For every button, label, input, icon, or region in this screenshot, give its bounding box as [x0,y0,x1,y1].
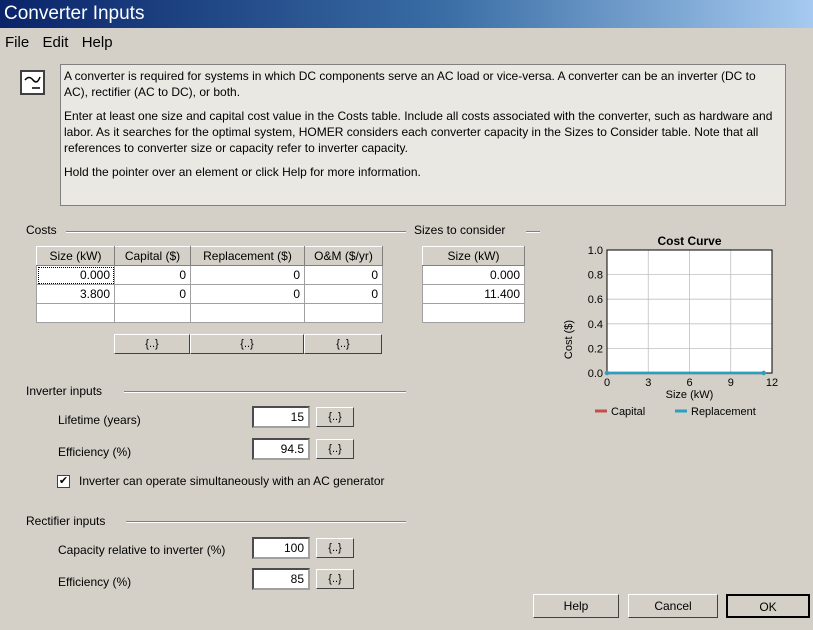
menu-bar: File Edit Help [0,30,118,52]
y-tick-label: 0.6 [588,294,603,306]
table-cell[interactable]: 0 [190,284,305,304]
costs-divider [66,231,406,233]
y-axis-label: Cost ($) [563,320,575,359]
capacity-label: Capacity relative to inverter (%) [58,543,226,557]
table-row[interactable]: 3.800 0 0 0 [36,284,383,304]
table-cell[interactable] [422,303,525,323]
x-tick-label: 12 [766,377,778,389]
table-cell[interactable] [190,303,305,323]
replacement-sensitivity-button[interactable]: {..} [190,334,304,354]
description-text-1: A converter is required for systems in w… [64,69,756,99]
inverter-efficiency-sensitivity-button[interactable]: {..} [316,439,354,459]
table-cell[interactable]: 0 [114,265,191,285]
sizes-header-row: Size (kW) [422,246,525,266]
menu-file[interactable]: File [0,30,34,51]
lifetime-label: Lifetime (years) [58,413,141,427]
table-row[interactable]: 0.000 [422,265,525,285]
capital-sensitivity-button[interactable]: {..} [114,334,190,354]
x-axis-label: Size (kW) [666,389,714,401]
rectifier-section-label: Rectifier inputs [26,514,106,528]
parallel-operation-checkbox[interactable]: ✔ [57,475,70,488]
table-cell[interactable] [114,303,191,323]
table-cell[interactable] [36,303,115,323]
table-cell[interactable]: 0 [114,284,191,304]
x-tick-label: 9 [728,377,734,389]
inverter-divider [124,391,406,393]
y-tick-label: 0.8 [588,270,603,282]
window-title: Converter Inputs [0,0,813,28]
y-tick-label: 0.0 [588,368,603,380]
col-header-size: Size (kW) [422,246,525,266]
legend-label-capital: Capital [611,406,645,418]
sizes-divider [526,231,540,233]
x-tick-label: 6 [686,377,692,389]
table-cell[interactable] [304,303,383,323]
x-tick-label: 3 [645,377,651,389]
table-cell[interactable]: 0 [304,265,383,285]
lifetime-sensitivity-button[interactable]: {..} [316,407,354,427]
chart-title: Cost Curve [657,234,721,248]
info-graph-icon [20,70,45,95]
description-text-3: Hold the pointer over an element or clic… [64,165,421,179]
menu-help[interactable]: Help [77,30,118,51]
rectifier-efficiency-label: Efficiency (%) [58,575,132,589]
cancel-button[interactable]: Cancel [628,594,718,618]
table-cell[interactable]: 0 [190,265,305,285]
parallel-operation-label[interactable]: Inverter can operate simultaneously with… [79,474,385,488]
description-panel: A converter is required for systems in w… [60,64,786,206]
table-cell[interactable]: 0 [304,284,383,304]
table-cell[interactable]: 0.000 [36,265,115,285]
col-header-size: Size (kW) [36,246,115,266]
y-tick-label: 0.4 [588,319,603,331]
col-header-replacement: Replacement ($) [190,246,305,266]
costs-table[interactable]: Size (kW) Capital ($) Replacement ($) O&… [36,246,383,323]
rectifier-efficiency-field[interactable]: 85 [252,568,310,590]
inverter-efficiency-field[interactable]: 94.5 [252,438,310,460]
capacity-sensitivity-button[interactable]: {..} [316,538,354,558]
ok-button[interactable]: OK [726,594,810,618]
help-button[interactable]: Help [533,594,619,618]
om-sensitivity-button[interactable]: {..} [304,334,382,354]
table-row-empty[interactable] [36,303,383,323]
sizes-table[interactable]: Size (kW) 0.000 11.400 [422,246,525,323]
col-header-capital: Capital ($) [114,246,191,266]
capacity-field[interactable]: 100 [252,537,310,559]
table-cell[interactable]: 0.000 [422,265,525,285]
table-cell[interactable]: 3.800 [36,284,115,304]
description-text-2: Enter at least one size and capital cost… [64,109,773,155]
rectifier-efficiency-sensitivity-button[interactable]: {..} [316,569,354,589]
inverter-section-label: Inverter inputs [26,384,103,398]
y-tick-label: 1.0 [588,245,603,257]
table-cell[interactable]: 11.400 [422,284,525,304]
legend-label-replacement: Replacement [691,406,756,418]
rectifier-divider [126,521,406,523]
table-row-empty[interactable] [422,303,525,323]
data-point [761,370,766,376]
col-header-om: O&M ($/yr) [304,246,383,266]
menu-edit[interactable]: Edit [38,30,74,51]
cost-curve-chart: Cost Curve 0 3 6 9 12 0.0 0.2 0.4 0.6 0.8 1.0 Size (… [563,234,778,418]
x-tick-label: 0 [604,377,610,389]
table-row[interactable]: 0.000 0 0 0 [36,265,383,285]
inverter-efficiency-label: Efficiency (%) [58,445,132,459]
costs-section-label: Costs [26,223,57,237]
lifetime-field[interactable]: 15 [252,406,310,428]
y-tick-label: 0.2 [588,343,603,355]
table-row[interactable]: 11.400 [422,284,525,304]
sizes-section-label: Sizes to consider [414,223,506,237]
data-point [604,370,610,376]
costs-header-row: Size (kW) Capital ($) Replacement ($) O&… [36,246,383,266]
